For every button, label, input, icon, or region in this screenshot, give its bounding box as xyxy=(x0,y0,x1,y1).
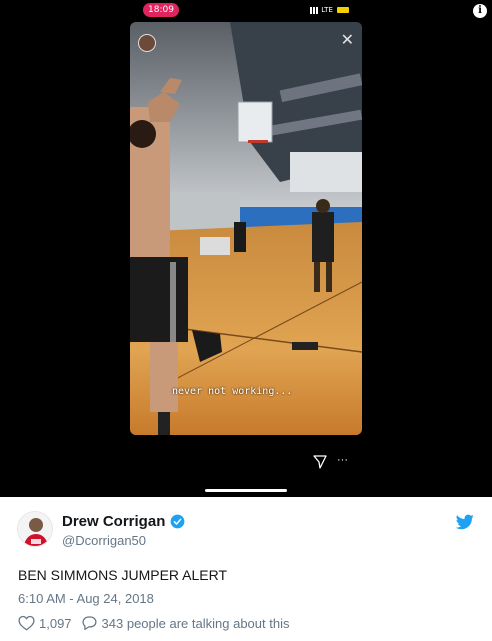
phone-status-time: 18:09 xyxy=(143,3,179,17)
author-name-row[interactable]: Drew Corrigan xyxy=(62,513,185,530)
signal-icon xyxy=(310,6,319,14)
conversation-link[interactable]: 343 people are talking about this xyxy=(102,616,290,631)
phone-status-bar: LTE xyxy=(310,4,358,16)
gym-scene-image xyxy=(130,22,362,435)
tweet-card: Drew Corrigan @Dcorrigan50 BEN SIMMONS J… xyxy=(0,497,492,641)
close-icon[interactable]: ✕ xyxy=(341,33,354,49)
network-label: LTE xyxy=(321,6,333,14)
tweet-actions: 1,097 343 people are talking about this xyxy=(18,615,289,631)
instagram-story-frame: ✕ never not working... xyxy=(130,22,362,435)
author-handle[interactable]: @Dcorrigan50 xyxy=(62,533,146,548)
story-user-avatar xyxy=(138,34,156,52)
avatar-image xyxy=(18,512,52,546)
embedded-video[interactable]: 18:09 LTE i ✕ never not working... ··· xyxy=(0,0,492,497)
heart-icon[interactable] xyxy=(18,615,35,631)
tweet-text: BEN SIMMONS JUMPER ALERT xyxy=(18,567,228,583)
story-caption: never not working... xyxy=(172,386,293,397)
send-icon[interactable] xyxy=(313,455,327,469)
twitter-bird-icon[interactable] xyxy=(456,514,474,530)
speech-bubble-icon[interactable] xyxy=(81,615,98,631)
more-icon[interactable]: ··· xyxy=(337,454,348,466)
verified-badge-icon xyxy=(170,514,185,529)
home-indicator xyxy=(205,489,287,492)
avatar[interactable] xyxy=(17,511,53,547)
like-count[interactable]: 1,097 xyxy=(39,616,72,631)
tweet-timestamp[interactable]: 6:10 AM - Aug 24, 2018 xyxy=(18,591,154,606)
author-name[interactable]: Drew Corrigan xyxy=(62,513,165,530)
battery-icon xyxy=(337,7,350,13)
info-icon[interactable]: i xyxy=(473,4,487,18)
